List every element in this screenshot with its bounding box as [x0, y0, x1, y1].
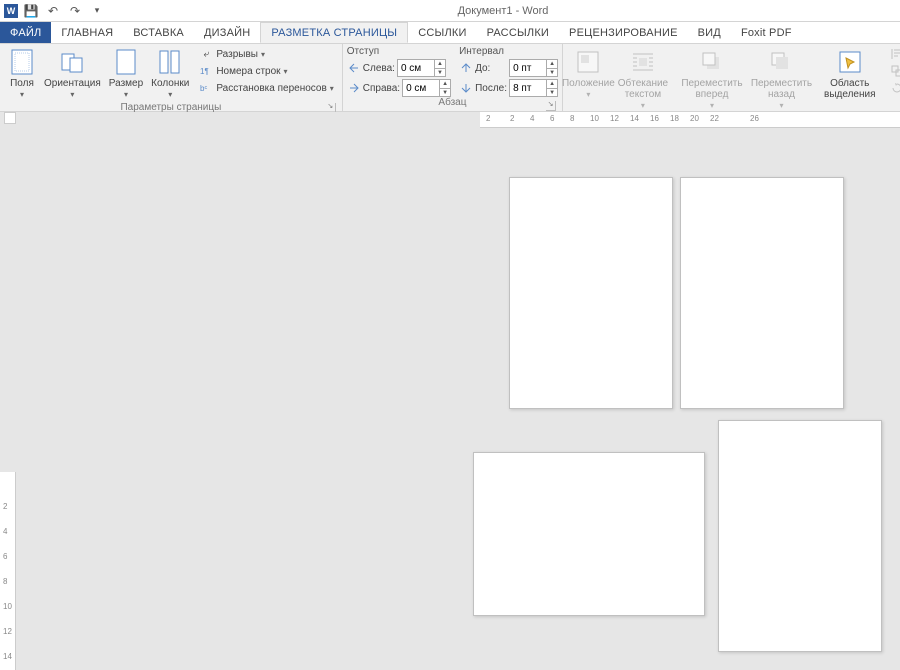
spacing-after-icon [459, 81, 473, 95]
tab-mailings[interactable]: РАССЫЛКИ [477, 22, 559, 43]
tab-page-layout[interactable]: РАЗМЕТКА СТРАНИЦЫ [260, 22, 408, 43]
qat-customize-button[interactable]: ▾ [88, 2, 106, 20]
line-numbers-label: Номера строк [216, 66, 280, 77]
breaks-icon: ⤶ [199, 47, 213, 61]
align-icon [890, 47, 900, 61]
size-icon [112, 48, 140, 76]
breaks-button[interactable]: ⤶ Разрывы ▾ [195, 46, 337, 62]
spacing-before-input[interactable]: ▲▼ [509, 59, 558, 77]
group-page-setup: Поля▾ Ориентация▾ Размер▾ Колонки▾ [0, 44, 343, 111]
tab-file[interactable]: ФАЙЛ [0, 22, 51, 43]
page-thumbnail[interactable] [473, 452, 705, 616]
rotate-icon [890, 81, 900, 95]
word-icon: W [4, 4, 18, 18]
ruler-corner [4, 112, 16, 124]
spin-up[interactable]: ▲ [547, 80, 557, 89]
margins-label: Поля [10, 78, 34, 89]
spin-down[interactable]: ▼ [547, 69, 557, 77]
size-label: Размер [109, 78, 143, 89]
indent-heading: Отступ [347, 46, 451, 57]
indent-left-input[interactable]: ▲▼ [397, 59, 446, 77]
margins-button[interactable]: Поля▾ [4, 46, 40, 102]
send-backward-icon [767, 48, 795, 76]
tab-review[interactable]: РЕЦЕНЗИРОВАНИЕ [559, 22, 688, 43]
indent-right-label: Справа: [363, 83, 400, 94]
indent-left-label: Слева: [363, 63, 395, 74]
save-button[interactable]: 💾 [22, 2, 40, 20]
spacing-after-label: После: [475, 83, 507, 94]
orientation-button[interactable]: Ориентация▾ [40, 46, 105, 102]
quick-access-toolbar: W 💾 ↶ ↷ ▾ [0, 2, 106, 20]
ribbon-tabs: ФАЙЛ ГЛАВНАЯ ВСТАВКА ДИЗАЙН РАЗМЕТКА СТР… [0, 22, 900, 44]
group-arrange: Положение▾ Обтекание текстом▾ Переместит… [563, 44, 900, 111]
breaks-label: Разрывы [216, 49, 258, 60]
indent-left-field[interactable] [398, 60, 434, 76]
selection-pane-icon [836, 48, 864, 76]
hyphenation-button[interactable]: bᶜ Расстановка переносов ▾ [195, 80, 337, 96]
group-paragraph-label: Абзац [438, 97, 466, 108]
tab-home[interactable]: ГЛАВНАЯ [51, 22, 123, 43]
tab-design[interactable]: ДИЗАЙН [194, 22, 260, 43]
send-backward-button: Переместить назад▾ [748, 46, 816, 113]
size-button[interactable]: Размер▾ [105, 46, 147, 102]
spacing-before-icon [459, 61, 473, 75]
undo-button[interactable]: ↶ [44, 2, 62, 20]
columns-button[interactable]: Колонки▾ [147, 46, 193, 102]
document-area[interactable]: 2 2 4 6 8 10 12 14 16 18 20 22 26 2 4 6 … [0, 112, 900, 670]
svg-text:bᶜ: bᶜ [200, 84, 207, 93]
line-numbers-icon: 1¶ [199, 64, 213, 78]
horizontal-ruler[interactable]: 2 2 4 6 8 10 12 14 16 18 20 22 26 [480, 112, 900, 128]
position-button: Положение▾ [567, 46, 610, 102]
redo-button[interactable]: ↷ [66, 2, 84, 20]
tab-references[interactable]: ССЫЛКИ [408, 22, 476, 43]
spin-down[interactable]: ▼ [440, 89, 450, 97]
indent-right-icon [347, 81, 361, 95]
page-thumbnail[interactable] [718, 420, 882, 652]
spacing-heading: Интервал [459, 46, 558, 57]
page-thumbnail[interactable] [680, 177, 844, 409]
spacing-before-label: До: [475, 63, 507, 74]
spin-down[interactable]: ▼ [435, 69, 445, 77]
tab-foxit-pdf[interactable]: Foxit PDF [731, 22, 802, 43]
svg-text:1¶: 1¶ [200, 67, 209, 76]
spacing-after-field[interactable] [510, 80, 546, 96]
bring-forward-button: Переместить вперед▾ [676, 46, 747, 113]
title-bar: W 💾 ↶ ↷ ▾ Документ1 - Word [0, 0, 900, 22]
group-icon [890, 64, 900, 78]
columns-label: Колонки [151, 78, 189, 89]
align-button: Выровнять ▾ [886, 46, 900, 62]
line-numbers-button[interactable]: 1¶ Номера строк ▾ [195, 63, 337, 79]
indent-right-field[interactable] [403, 80, 439, 96]
indent-right-input[interactable]: ▲▼ [402, 79, 451, 97]
wrap-text-button: Обтекание текстом▾ [610, 46, 677, 113]
columns-icon [156, 48, 184, 76]
margins-icon [8, 48, 36, 76]
spin-up[interactable]: ▲ [440, 80, 450, 89]
hyphenation-icon: bᶜ [199, 81, 213, 95]
position-icon [574, 48, 602, 76]
page-thumbnail[interactable] [509, 177, 673, 409]
group-objects-button: Группировать ▾ [886, 63, 900, 79]
selection-pane-button[interactable]: Область выделения [815, 46, 884, 102]
ribbon: Поля▾ Ориентация▾ Размер▾ Колонки▾ [0, 44, 900, 112]
paragraph-launcher[interactable]: ↘ [546, 101, 556, 111]
spacing-before-field[interactable] [510, 60, 546, 76]
tab-view[interactable]: ВИД [688, 22, 731, 43]
wrap-text-icon [629, 48, 657, 76]
tab-insert[interactable]: ВСТАВКА [123, 22, 194, 43]
orientation-label: Ориентация [44, 78, 101, 89]
orientation-icon [58, 48, 86, 76]
group-paragraph: Отступ Слева: ▲▼ [343, 44, 563, 111]
bring-forward-icon [698, 48, 726, 76]
indent-left-icon [347, 61, 361, 75]
vertical-ruler[interactable]: 2 4 6 8 10 12 14 [0, 472, 16, 670]
window-title: Документ1 - Word [106, 5, 900, 17]
spin-down[interactable]: ▼ [547, 89, 557, 97]
rotate-button: Повернуть ▾ [886, 80, 900, 96]
spin-up[interactable]: ▲ [435, 60, 445, 69]
spin-up[interactable]: ▲ [547, 60, 557, 69]
hyphenation-label: Расстановка переносов [216, 83, 326, 94]
spacing-after-input[interactable]: ▲▼ [509, 79, 558, 97]
